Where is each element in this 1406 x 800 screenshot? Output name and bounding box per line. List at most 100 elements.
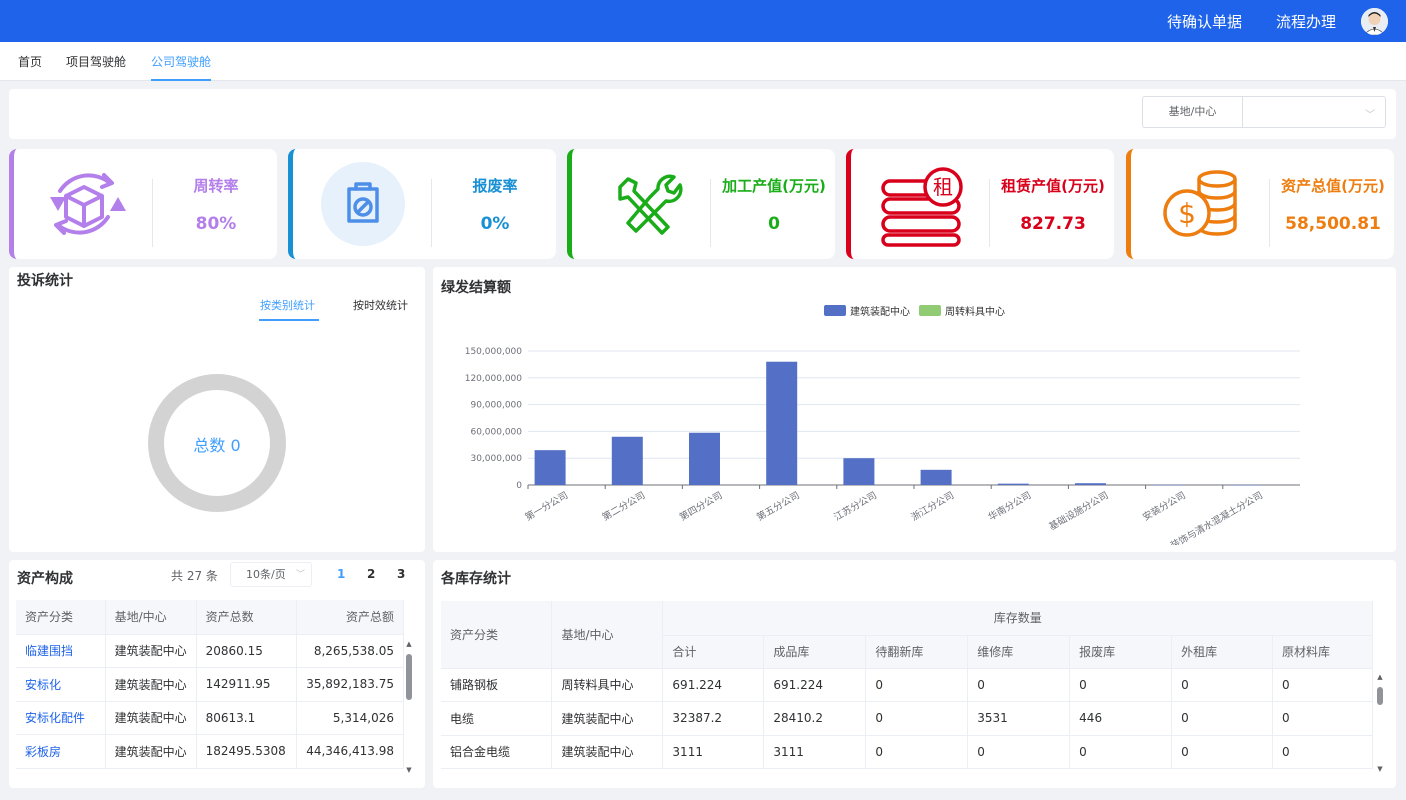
kpi-divider bbox=[710, 179, 711, 247]
base-center-select[interactable]: 基地/中心 ﹀ bbox=[1142, 96, 1386, 128]
y-tick-label: 30,000,000 bbox=[470, 454, 522, 464]
legend-label: 建筑装配中心 bbox=[850, 305, 910, 318]
column-header[interactable]: 基地/中心 bbox=[551, 601, 664, 669]
donut-total-label: 总数 0 bbox=[193, 436, 241, 455]
table-cell: 80613.1 bbox=[196, 701, 298, 735]
scroll-down-icon[interactable]: ▼ bbox=[1376, 765, 1384, 773]
page-1[interactable]: 1 bbox=[337, 567, 345, 581]
group-header: 库存数量 bbox=[662, 601, 1373, 636]
y-tick-label: 90,000,000 bbox=[470, 401, 522, 411]
table-cell: 建筑装配中心 bbox=[105, 734, 197, 769]
kpi-title: 报废率 bbox=[472, 177, 518, 195]
page-3[interactable]: 3 bbox=[397, 567, 405, 581]
stock-table: 资产分类 基地/中心 库存数量 合计 成品库 待翻新库 维修库 报废库 外租库 … bbox=[441, 601, 1373, 769]
column-header[interactable]: 资产分类 bbox=[16, 600, 106, 635]
tab-by-category[interactable]: 按类别统计 bbox=[260, 297, 315, 313]
nav-tabs: 首页 项目驾驶舱 公司驾驶舱 bbox=[0, 42, 1406, 81]
kpi-divider bbox=[431, 179, 432, 247]
x-tick-label: 基础设施分公司 bbox=[1047, 489, 1111, 533]
column-header[interactable]: 合计 bbox=[662, 635, 765, 669]
table-cell: 35,892,183.75 bbox=[296, 667, 404, 702]
table-cell: 建筑装配中心 bbox=[551, 735, 664, 769]
avatar[interactable] bbox=[1361, 8, 1388, 35]
legend-label: 周转料具中心 bbox=[945, 305, 1005, 318]
chevron-down-icon: ﹀ bbox=[295, 570, 305, 580]
bar bbox=[766, 361, 798, 485]
table-cell: 8,265,538.05 bbox=[296, 634, 404, 668]
bar bbox=[997, 483, 1029, 485]
table-row: 铝合金电缆 建筑装配中心 3111 3111 0 0 0 0 0 bbox=[441, 735, 1373, 769]
column-header[interactable]: 基地/中心 bbox=[105, 600, 197, 635]
scroll-down-icon[interactable]: ▼ bbox=[405, 766, 413, 774]
table-cell: 0 bbox=[1171, 701, 1273, 736]
column-header[interactable]: 资产总数 bbox=[196, 600, 298, 635]
scrollbar-thumb[interactable] bbox=[406, 654, 412, 700]
asset-table-scrollbar[interactable]: ▲ ▼ bbox=[405, 640, 413, 774]
bar bbox=[1152, 484, 1184, 486]
workflow-link[interactable]: 流程办理 bbox=[1276, 11, 1336, 32]
table-cell: 建筑装配中心 bbox=[551, 701, 664, 736]
page-size-value: 10条/页 bbox=[246, 568, 286, 581]
table-cell: 0 bbox=[967, 668, 1071, 702]
table-row: 电缆 建筑装配中心 32387.2 28410.2 0 3531 446 0 0 bbox=[441, 701, 1373, 736]
top-header: 待确认单据 流程办理 bbox=[0, 0, 1406, 42]
x-tick-label: 第四分公司 bbox=[677, 489, 724, 523]
tab-project-cockpit[interactable]: 项目驾驶舱 bbox=[66, 42, 126, 81]
column-header[interactable]: 成品库 bbox=[763, 635, 867, 669]
asset-category-link[interactable]: 安标化 bbox=[16, 667, 106, 702]
scrollbar-thumb[interactable] bbox=[1377, 687, 1383, 705]
table-cell: 0 bbox=[1069, 668, 1173, 702]
column-header[interactable]: 外租库 bbox=[1171, 635, 1273, 669]
page-2[interactable]: 2 bbox=[367, 567, 375, 581]
table-cell: 铝合金电缆 bbox=[441, 735, 553, 769]
column-header[interactable]: 报废库 bbox=[1069, 635, 1173, 669]
x-tick-label: 浙江分公司 bbox=[909, 489, 956, 523]
tab-home[interactable]: 首页 bbox=[18, 42, 42, 81]
table-cell: 0 bbox=[1272, 701, 1373, 736]
column-header[interactable]: 资产总额 bbox=[296, 600, 404, 635]
table-cell: 0 bbox=[865, 668, 969, 702]
x-tick-label: 江苏分公司 bbox=[832, 489, 879, 523]
table-row: 临建围挡 建筑装配中心 20860.15 8,265,538.05 bbox=[16, 634, 404, 668]
stock-title: 各库存统计 bbox=[441, 571, 511, 587]
asset-category-link[interactable]: 安标化配件 bbox=[16, 701, 106, 735]
table-row: 铺路钢板 周转料具中心 691.224 691.224 0 0 0 0 0 bbox=[441, 668, 1373, 702]
bar bbox=[920, 469, 952, 485]
kpi-value: 0 bbox=[768, 214, 780, 234]
page-size-select[interactable]: 10条/页 ﹀ bbox=[230, 562, 312, 587]
column-header[interactable]: 原材料库 bbox=[1272, 635, 1373, 669]
column-header[interactable]: 资产分类 bbox=[441, 601, 553, 669]
table-cell: 0 bbox=[1171, 668, 1273, 702]
table-cell: 691.224 bbox=[763, 668, 867, 702]
kpi-turnover-rate: 周转率 80% bbox=[9, 149, 277, 259]
column-header[interactable]: 待翻新库 bbox=[865, 635, 969, 669]
table-cell: 28410.2 bbox=[763, 701, 867, 736]
svg-text:$: $ bbox=[1178, 197, 1196, 230]
legend-swatch bbox=[824, 305, 846, 316]
header-links: 待确认单据 流程办理 bbox=[1167, 0, 1336, 42]
bar bbox=[611, 436, 643, 485]
table-cell: 0 bbox=[1069, 735, 1173, 769]
kpi-divider bbox=[152, 179, 153, 247]
stock-table-scrollbar[interactable]: ▲ ▼ bbox=[1376, 673, 1384, 773]
table-cell: 691.224 bbox=[662, 668, 765, 702]
asset-category-link[interactable]: 彩板房 bbox=[16, 734, 106, 769]
column-header[interactable]: 维修库 bbox=[967, 635, 1071, 669]
pending-documents-link[interactable]: 待确认单据 bbox=[1167, 11, 1242, 32]
table-cell: 142911.95 bbox=[196, 667, 298, 702]
scroll-up-icon[interactable]: ▲ bbox=[405, 640, 413, 648]
kpi-title: 周转率 bbox=[193, 177, 239, 195]
kpi-value: 827.73 bbox=[1020, 214, 1086, 234]
table-cell: 周转料具中心 bbox=[551, 668, 664, 702]
tab-by-timeliness[interactable]: 按时效统计 bbox=[353, 297, 408, 313]
kpi-scrap-rate: 报废率 0% bbox=[288, 149, 556, 259]
table-row: 彩板房 建筑装配中心 182495.5308 44,346,413.98 bbox=[16, 734, 404, 769]
y-tick-label: 60,000,000 bbox=[470, 427, 522, 437]
table-cell: 建筑装配中心 bbox=[105, 701, 197, 735]
tab-company-cockpit[interactable]: 公司驾驶舱 bbox=[151, 42, 212, 81]
kpi-title: 加工产值(万元) bbox=[722, 177, 826, 195]
asset-category-link[interactable]: 临建围挡 bbox=[16, 634, 106, 668]
asset-total: 共 27 条 bbox=[171, 569, 218, 583]
scroll-up-icon[interactable]: ▲ bbox=[1376, 673, 1384, 681]
bar bbox=[689, 432, 720, 485]
